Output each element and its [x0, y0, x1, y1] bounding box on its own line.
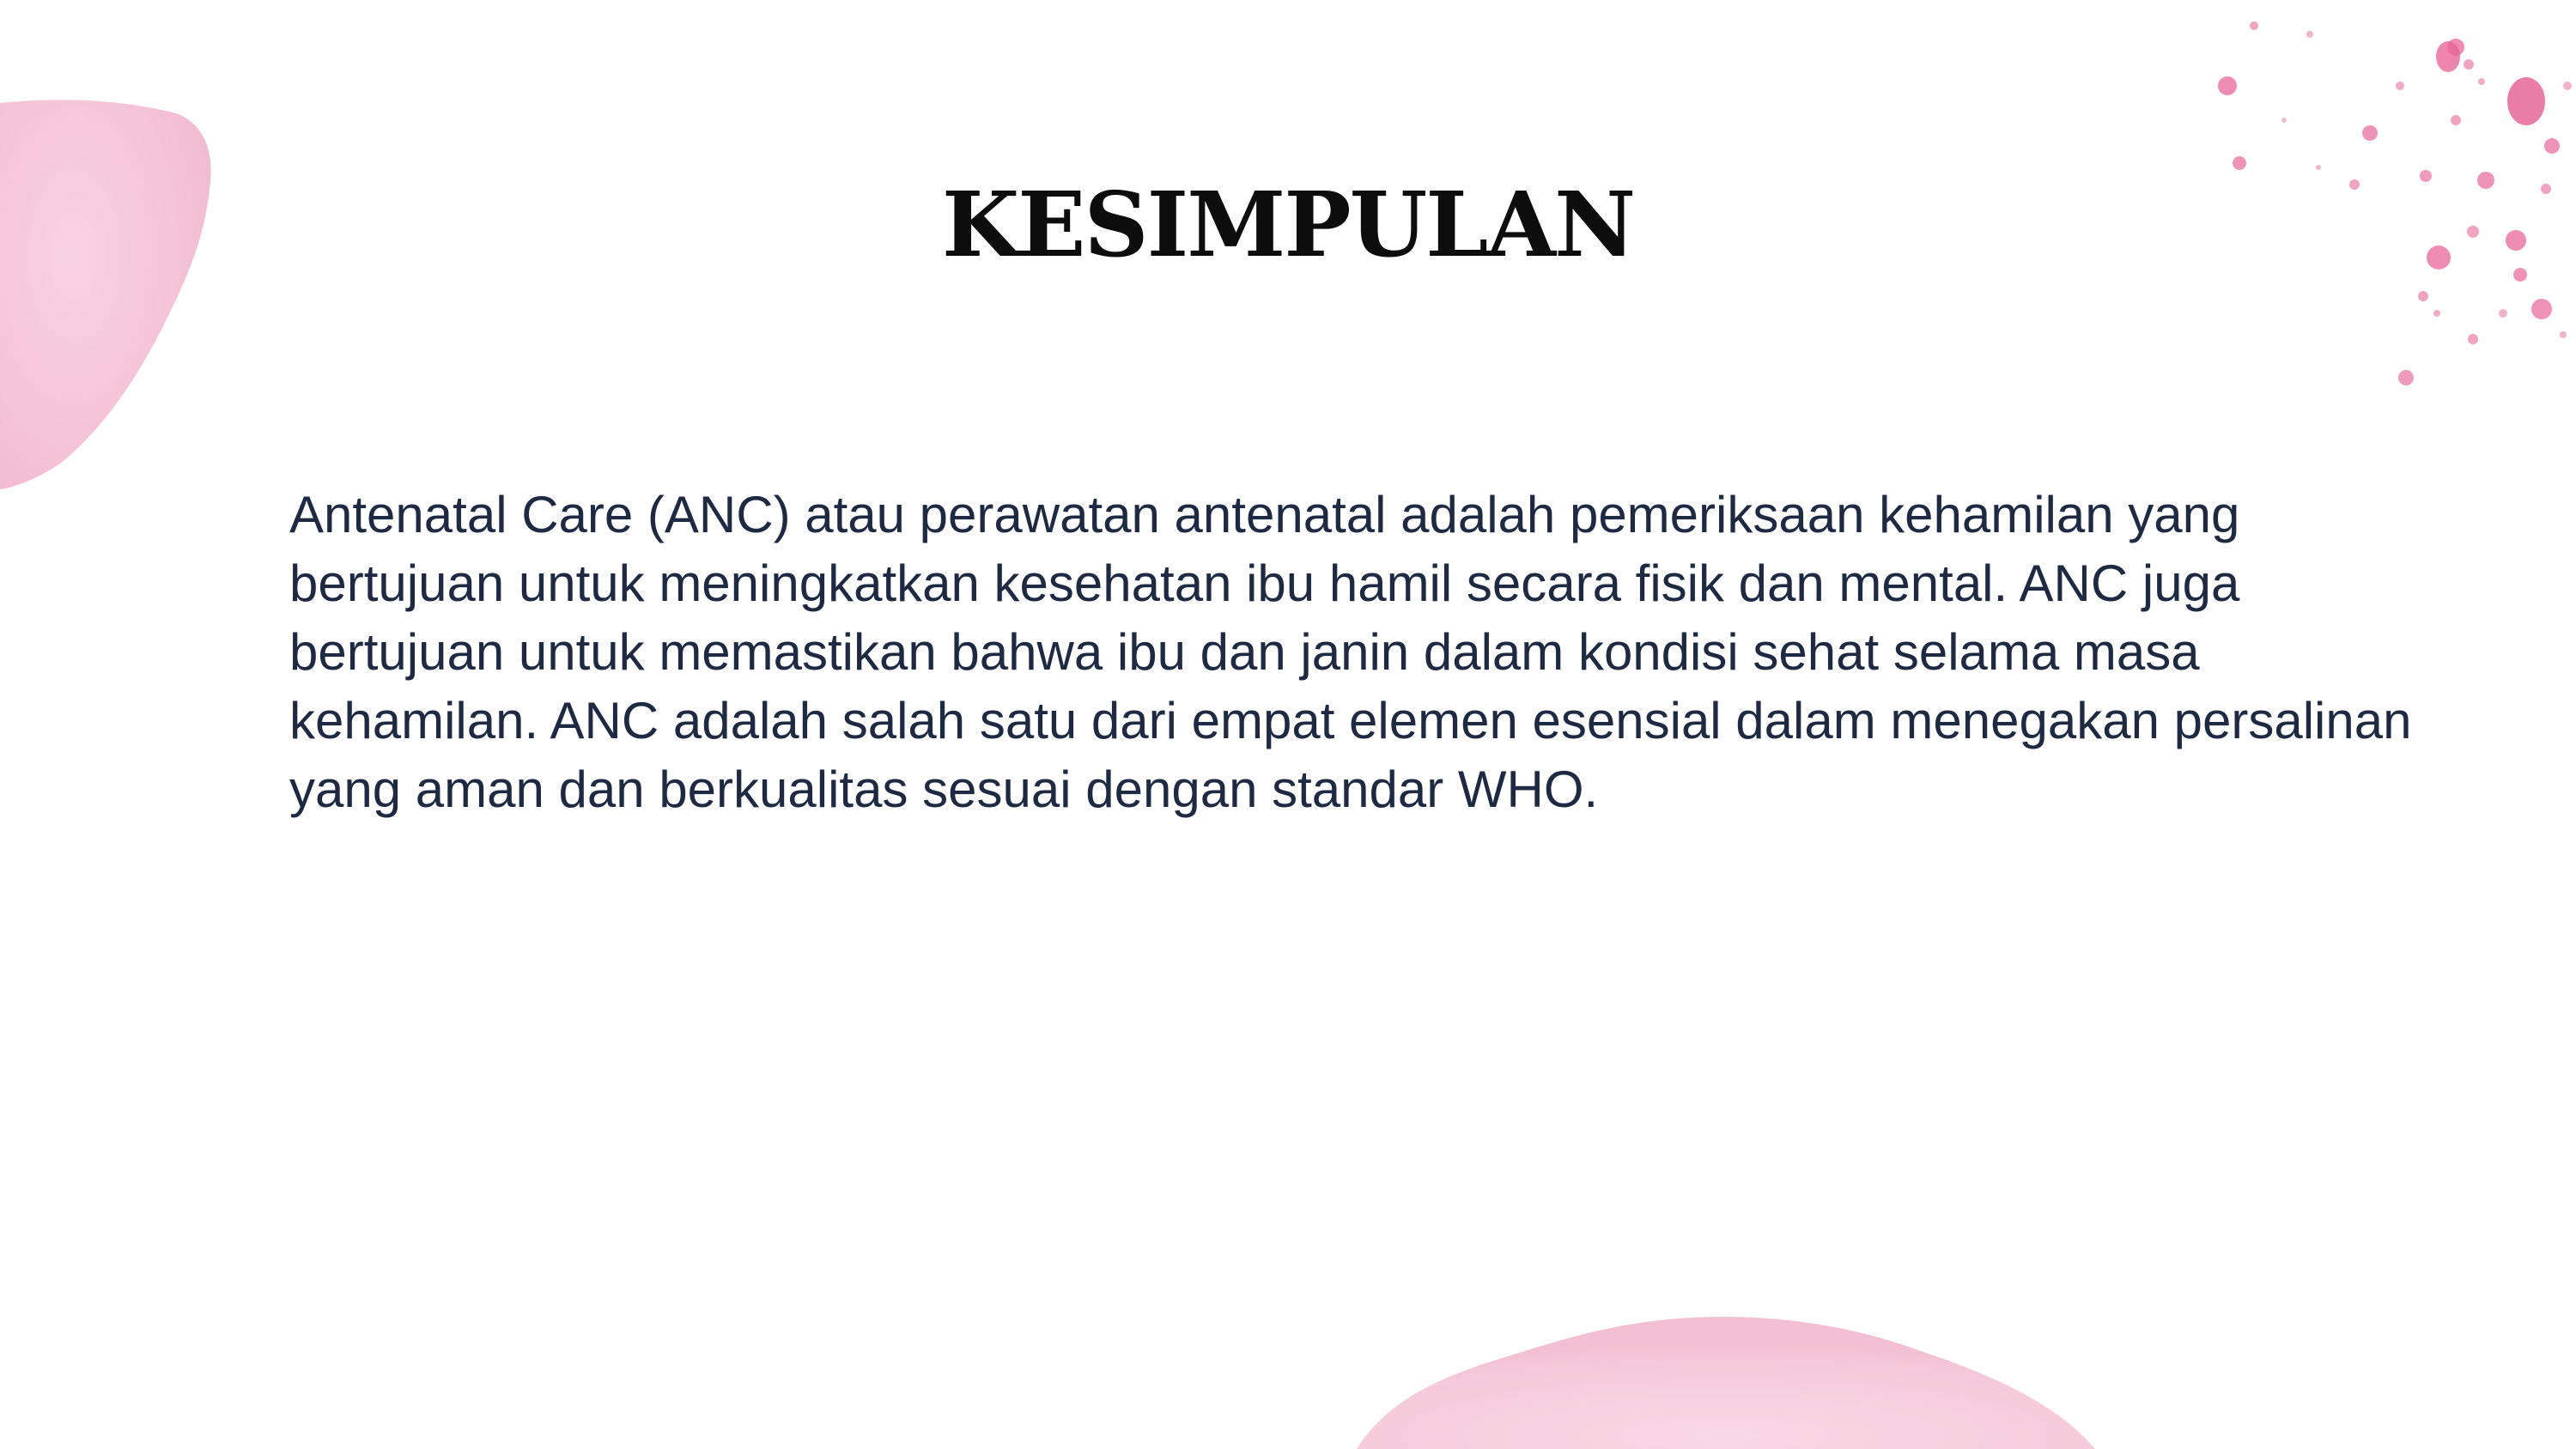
conclusion-paragraph: Antenatal Care (ANC) atau perawatan ante… [289, 486, 2412, 818]
slide-title: KESIMPULAN [941, 172, 1636, 277]
pink-watercolor-blob-bottom [1357, 1317, 2095, 1449]
slide: KESIMPULAN Antenatal Care (ANC) atau per… [0, 0, 2576, 1449]
pink-watercolor-blob-left [0, 100, 211, 489]
